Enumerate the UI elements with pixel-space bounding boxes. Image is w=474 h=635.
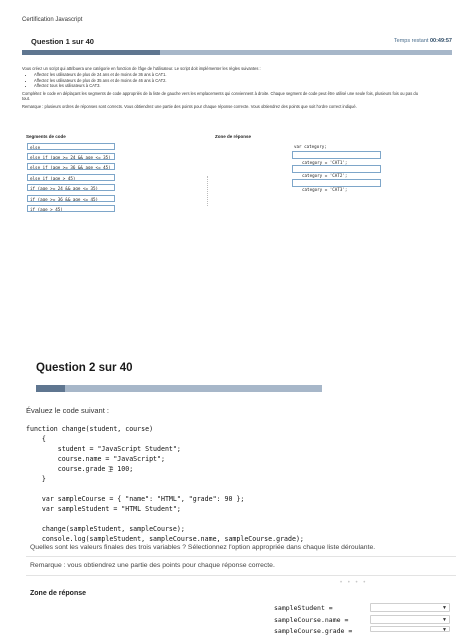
- answer-select[interactable]: ▼: [370, 615, 450, 624]
- code-segment[interactable]: else: [27, 143, 115, 150]
- question-1-title: Question 1 sur 40: [31, 37, 94, 46]
- code-block: function change(student, course) { stude…: [26, 425, 304, 543]
- caret-down-icon: ▼: [442, 627, 447, 633]
- timer-label: Temps restant: [393, 38, 429, 44]
- question-1-progress-bar: [22, 50, 452, 55]
- timer-value: 00:49:57: [429, 38, 452, 44]
- zone-code-line: category = 'CAT2';: [302, 173, 348, 178]
- divider: [207, 176, 209, 206]
- question-2-intro: Évaluez le code suivant :: [26, 406, 109, 415]
- question-2-progress-fill: [36, 385, 65, 392]
- caret-down-icon: ▼: [442, 605, 447, 611]
- code-segment[interactable]: if (age >= 36 && age <= 45): [27, 195, 115, 202]
- question-1-body: Vous créez un script qui attribuera une …: [22, 66, 422, 111]
- drag-handle-dots: • • • •: [340, 580, 368, 586]
- answer-zone-title: Zone de réponse: [30, 590, 87, 597]
- code-segments-title: Segments de code: [26, 134, 66, 139]
- answer-zone-title: Zone de réponse: [215, 134, 252, 139]
- zone-code-line: category = 'CAT3';: [302, 187, 348, 192]
- question-2-note: Remarque : vous obtiendrez une partie de…: [30, 562, 275, 569]
- question-2-title: Question 2 sur 40: [36, 362, 133, 374]
- code-segment[interactable]: else if (age >= 36 && age <= 45): [27, 163, 115, 170]
- text-cursor-icon: ⌶: [108, 465, 113, 474]
- zone-code-line: var category;: [294, 144, 327, 149]
- question-2-progress-bar: [36, 385, 322, 392]
- code-segment[interactable]: if (age > 45): [27, 205, 115, 212]
- drop-target[interactable]: [292, 165, 381, 173]
- answer-select[interactable]: ▼: [370, 603, 450, 612]
- question-2-prompt: Quelles sont les valeurs finales des tro…: [30, 544, 376, 551]
- answer-label: sampleCourse.name =: [274, 616, 349, 624]
- document-header: Certification Javascript: [22, 17, 83, 23]
- caret-down-icon: ▼: [442, 617, 447, 623]
- code-segment[interactable]: if (age >= 24 && age <= 35): [27, 184, 115, 191]
- code-segment[interactable]: else if (age >= 24 && age <= 35): [27, 153, 115, 160]
- code-segment[interactable]: else if (age > 45): [27, 174, 115, 181]
- time-remaining: Temps restant 00:49:57: [394, 38, 452, 44]
- answer-label: sampleStudent =: [274, 604, 333, 612]
- divider: [26, 556, 456, 557]
- rules-list: Affectez les utilisateurs de plus de 24 …: [22, 72, 422, 88]
- drop-target[interactable]: [292, 151, 381, 159]
- question-1-instruction: Complétez le code en déplaçant les segme…: [22, 90, 418, 102]
- question-1-intro: Vous créez un script qui attribuera une …: [22, 66, 261, 71]
- answer-select[interactable]: ▼: [370, 626, 450, 633]
- question-1-progress-fill: [22, 50, 160, 55]
- answer-label: sampleCourse.grade =: [274, 627, 353, 635]
- question-1-remark: Remarque : plusieurs ordres de réponses …: [22, 104, 357, 110]
- drop-target[interactable]: [292, 179, 381, 187]
- divider: [26, 575, 456, 576]
